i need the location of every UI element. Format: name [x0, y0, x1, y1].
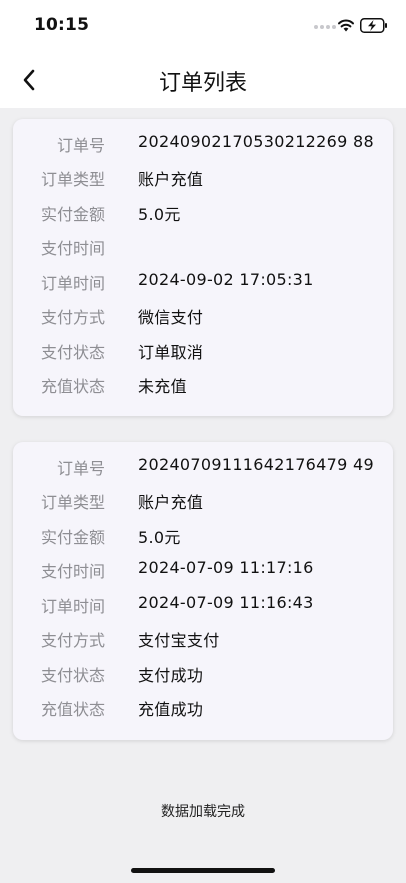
status-time: 10:15 — [34, 15, 90, 35]
paid-amount-value: 5.0元 — [138, 528, 181, 547]
payment-status-value: 订单取消 — [138, 343, 204, 362]
payment-method-label: 支付方式 — [40, 631, 105, 650]
paid-amount-row: 实付金额 5.0元 — [13, 524, 393, 548]
order-type-label: 订单类型 — [40, 493, 105, 512]
navigation-bar: 订单列表 — [0, 52, 406, 108]
payment-status-label: 支付状态 — [40, 666, 105, 685]
wifi-icon — [338, 19, 354, 32]
signal-icon — [314, 25, 336, 29]
order-time-row: 订单时间 2024-09-02 17:05:31 — [13, 270, 393, 294]
order-card[interactable]: 订单号 20240709111642176479 49 订单类型 账户充值 实付… — [13, 442, 393, 740]
order-number-label: 订单号 — [56, 459, 105, 478]
recharge-status-row: 充值状态 充值成功 — [13, 696, 393, 720]
paid-amount-label: 实付金额 — [40, 205, 105, 224]
order-type-label: 订单类型 — [40, 170, 105, 189]
payment-time-row: 支付时间 2024-07-09 11:17:16 — [13, 558, 393, 582]
status-bar: 10:15 — [0, 0, 406, 52]
recharge-status-label: 充值状态 — [40, 700, 105, 719]
payment-time-label: 支付时间 — [40, 239, 105, 258]
order-number-value: 20240902170530212269 88 — [138, 132, 374, 151]
order-time-value: 2024-07-09 11:16:43 — [138, 593, 314, 612]
payment-time-value: 2024-07-09 11:17:16 — [138, 558, 314, 577]
payment-status-row: 支付状态 订单取消 — [13, 339, 393, 363]
paid-amount-row: 实付金额 5.0元 — [13, 201, 393, 225]
payment-method-label: 支付方式 — [40, 308, 105, 327]
recharge-status-value: 未充值 — [138, 377, 187, 396]
payment-time-label: 支付时间 — [40, 562, 105, 581]
payment-method-row: 支付方式 支付宝支付 — [13, 627, 393, 651]
recharge-status-label: 充值状态 — [40, 377, 105, 396]
payment-status-value: 支付成功 — [138, 666, 204, 685]
order-type-row: 订单类型 账户充值 — [13, 489, 393, 513]
recharge-status-row: 充值状态 未充值 — [13, 373, 393, 397]
home-indicator — [131, 868, 275, 873]
battery-charging-icon — [360, 18, 387, 33]
order-time-label: 订单时间 — [40, 597, 105, 616]
payment-method-row: 支付方式 微信支付 — [13, 304, 393, 328]
page-title: 订单列表 — [158, 71, 247, 96]
order-card[interactable]: 订单号 20240902170530212269 88 订单类型 账户充值 实付… — [13, 119, 393, 416]
payment-status-label: 支付状态 — [40, 343, 105, 362]
payment-method-value: 微信支付 — [138, 308, 204, 327]
paid-amount-value: 5.0元 — [138, 205, 181, 224]
order-number-row: 订单号 20240709111642176479 49 — [13, 455, 393, 479]
order-number-value: 20240709111642176479 49 — [138, 455, 374, 474]
order-type-value: 账户充值 — [138, 170, 204, 189]
load-complete-text: 数据加载完成 — [161, 804, 245, 820]
order-number-row: 订单号 20240902170530212269 88 — [13, 132, 393, 156]
order-number-label: 订单号 — [56, 136, 105, 155]
order-time-row: 订单时间 2024-07-09 11:16:43 — [13, 593, 393, 617]
order-list-screen: 10:15 订单列表 订单号 20240902170530212269 88 订… — [0, 0, 406, 883]
paid-amount-label: 实付金额 — [40, 528, 105, 547]
payment-time-row: 支付时间 — [13, 235, 393, 259]
order-time-label: 订单时间 — [40, 274, 105, 293]
payment-status-row: 支付状态 支付成功 — [13, 662, 393, 686]
order-time-value: 2024-09-02 17:05:31 — [138, 270, 314, 289]
recharge-status-value: 充值成功 — [138, 700, 204, 719]
payment-method-value: 支付宝支付 — [138, 631, 220, 650]
order-type-value: 账户充值 — [138, 493, 204, 512]
order-type-row: 订单类型 账户充值 — [13, 166, 393, 190]
